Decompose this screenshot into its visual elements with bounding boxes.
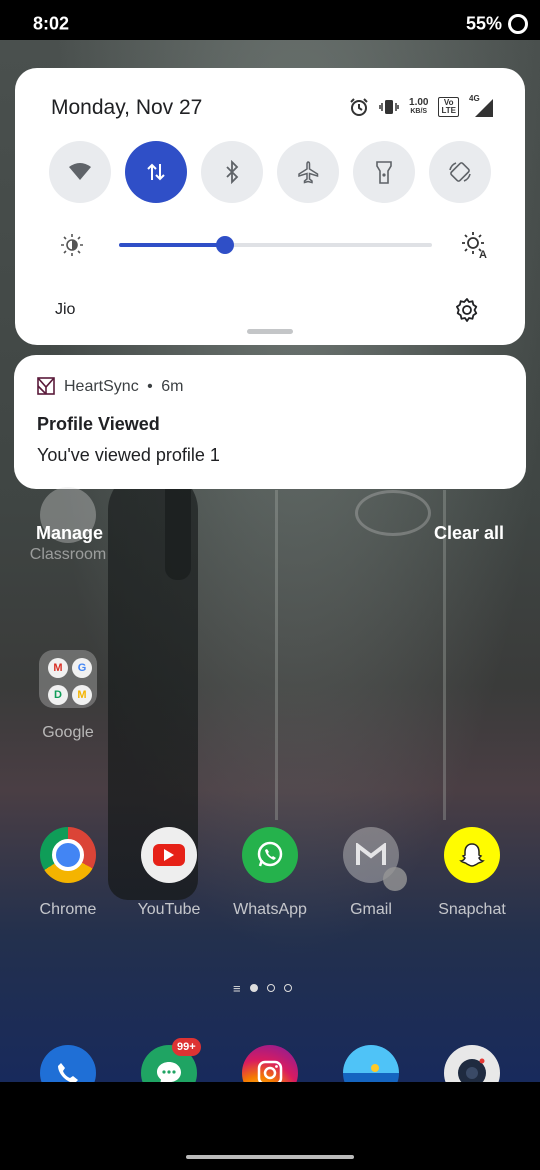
notification-card[interactable]: HeartSync • 6m Profile Viewed You've vie…: [14, 355, 526, 489]
volte-icon: Vo LTE: [438, 97, 459, 117]
wallpaper-hoop: [355, 490, 431, 536]
page-dot: [283, 984, 292, 992]
signal-icon: 4G: [469, 95, 493, 117]
snapchat-icon: [444, 827, 500, 883]
whatsapp-app[interactable]: WhatsApp: [225, 827, 315, 919]
page-indicator-menu: ≡: [233, 980, 241, 996]
gear-icon: [456, 298, 478, 322]
bluetooth-toggle[interactable]: [201, 141, 263, 203]
qs-status-icons: 1.00 KB/S Vo LTE 4G: [349, 95, 493, 118]
maps-mini-icon: M: [72, 685, 92, 705]
gmail-label: Gmail: [350, 901, 392, 918]
page-indicator[interactable]: ≡: [233, 980, 292, 996]
manage-button[interactable]: Manage: [36, 523, 103, 544]
youtube-label: YouTube: [137, 901, 201, 918]
chrome-label: Chrome: [39, 901, 97, 918]
network-speed: 1.00 KB/S: [409, 98, 428, 116]
notification-header: HeartSync • 6m: [64, 378, 183, 396]
snapchat-app[interactable]: Snapchat: [427, 827, 517, 919]
notification-time: 6m: [161, 378, 184, 395]
battery-percentage: 55%: [465, 13, 502, 34]
rotate-icon: [449, 162, 471, 182]
wallpaper-pole: [275, 490, 278, 820]
vibrate-icon: [379, 100, 399, 114]
signal-bars-icon: [475, 99, 493, 117]
status-time: 8:02: [33, 13, 70, 34]
youtube-icon: [141, 827, 197, 883]
google-mini-icon: G: [72, 658, 92, 678]
status-bar: 8:02 55%: [0, 0, 540, 40]
settings-button[interactable]: [453, 296, 481, 324]
alarm-icon: [350, 98, 368, 116]
gmail-app[interactable]: Gmail: [326, 827, 416, 919]
notification-app-name: HeartSync: [64, 378, 139, 395]
carrier-name: Jio: [55, 301, 76, 318]
page-dot-active: [249, 984, 258, 992]
network-speed-unit: KB/S: [410, 108, 428, 115]
network-speed-value: 1.00: [409, 97, 429, 108]
messages-badge: 99+: [172, 1038, 201, 1056]
brightness-row: A: [15, 228, 525, 262]
auto-rotate-toggle[interactable]: [429, 141, 491, 203]
quick-settings-panel: Monday, Nov 27 1.00 KB/S Vo LTE 4G A Jio: [15, 68, 525, 345]
notification-title: Profile Viewed: [37, 414, 160, 434]
youtube-app[interactable]: YouTube: [124, 827, 214, 919]
whatsapp-label: WhatsApp: [233, 901, 307, 918]
gmail-mini-icon: M: [48, 658, 68, 678]
brightness-fill: [119, 243, 226, 247]
brightness-thumb[interactable]: [216, 236, 235, 254]
chrome-app[interactable]: Chrome: [23, 827, 113, 919]
brightness-low-icon: [61, 234, 83, 256]
mobile-data-toggle[interactable]: [125, 141, 187, 203]
panel-drag-handle[interactable]: [247, 329, 293, 334]
drive-mini-icon: D: [48, 685, 68, 705]
page-dot: [266, 984, 275, 992]
mobile-data-icon: [147, 163, 165, 181]
wifi-icon: [69, 163, 91, 180]
airplane-icon: [298, 161, 319, 184]
qs-date: Monday, Nov 27: [51, 96, 203, 119]
volte-bottom: LTE: [441, 106, 456, 115]
work-badge-icon: [383, 867, 407, 891]
whatsapp-icon: [242, 827, 298, 883]
airplane-mode-toggle[interactable]: [277, 141, 339, 203]
bluetooth-icon: [226, 160, 239, 184]
flashlight-icon: [376, 161, 392, 184]
auto-brightness-icon[interactable]: A: [461, 231, 489, 259]
heartsync-app-icon: [37, 377, 55, 395]
google-folder-label: Google: [42, 724, 94, 741]
chrome-icon: [40, 827, 96, 883]
wifi-toggle[interactable]: [49, 141, 111, 203]
battery-ring-icon: [508, 14, 528, 34]
clear-all-button[interactable]: Clear all: [434, 523, 504, 544]
snapchat-label: Snapchat: [438, 901, 506, 918]
notification-separator: •: [147, 378, 153, 395]
gmail-icon: [343, 827, 407, 891]
classroom-label: Classroom: [29, 546, 107, 563]
notification-body: You've viewed profile 1: [37, 445, 220, 465]
google-folder[interactable]: M G D M: [39, 650, 97, 708]
flashlight-toggle[interactable]: [353, 141, 415, 203]
svg-text:A: A: [479, 249, 487, 259]
gesture-nav-pill[interactable]: [186, 1155, 354, 1159]
brightness-slider[interactable]: [119, 236, 432, 254]
